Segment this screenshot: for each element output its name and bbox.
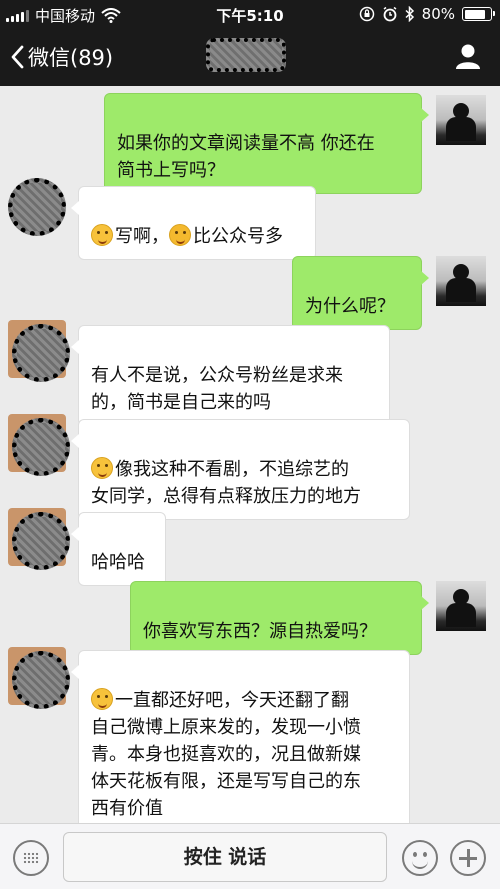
message-text: 为什么呢？: [305, 296, 395, 317]
hold-to-talk-button[interactable]: 按住 说话: [63, 832, 387, 882]
message-bubble-sent[interactable]: 你喜欢写东西？源自热爱吗？: [130, 581, 429, 655]
message-text: 比公众号多: [193, 226, 283, 247]
contact-avatar[interactable]: [8, 647, 70, 709]
alarm-icon: [383, 6, 397, 22]
laughing-tears-emoji: [91, 457, 113, 479]
back-label: 微信(89): [28, 46, 114, 70]
my-avatar[interactable]: [436, 95, 486, 145]
message-bubble-received[interactable]: 一直都还好吧，今天还翻了翻 自己微博上原来发的，发现一小愤 青。本身也挺喜欢的，…: [71, 650, 410, 832]
message-bubble-received[interactable]: 哈哈哈: [71, 512, 166, 586]
my-avatar[interactable]: [436, 256, 486, 306]
emoji-icon[interactable]: [402, 840, 438, 876]
keyboard-toggle-button[interactable]: [13, 840, 49, 876]
orientation-lock-icon: [359, 6, 374, 22]
status-bar: 中国移动 下午5:10 80%: [0, 0, 500, 28]
battery-icon: [462, 7, 495, 21]
contact-avatar[interactable]: [8, 320, 70, 382]
message-text: 你喜欢写东西？源自热爱吗？: [143, 621, 377, 642]
person-icon: [456, 44, 480, 69]
back-button[interactable]: 微信(89): [10, 42, 113, 72]
chat-header: 微信(89): [0, 28, 500, 86]
message-text: 哈哈哈: [91, 552, 145, 573]
message-bubble-sent[interactable]: 如果你的文章阅读量不高 你还在 简书上写吗？: [104, 93, 429, 194]
message-text: 有人不是说，公众号粉丝是求来 的，简书是自己来的吗: [91, 365, 343, 413]
contact-avatar[interactable]: [8, 414, 70, 476]
message-bubble-received[interactable]: 写啊， 比公众号多: [71, 186, 316, 260]
message-bubble-received[interactable]: 有人不是说，公众号粉丝是求来 的，简书是自己来的吗: [71, 325, 390, 426]
message-text: 如果你的文章阅读量不高 你还在 简书上写吗？: [117, 133, 375, 181]
input-bar: 按住 说话: [0, 823, 500, 889]
message-text: 写啊，: [115, 226, 169, 247]
crying-face-emoji: [169, 224, 191, 246]
battery-percent: 80%: [421, 5, 455, 23]
keyboard-icon: [23, 852, 39, 864]
message-text: 像我这种不看剧，不追综艺的 女同学，总得有点释放压力的地方: [91, 459, 361, 507]
contact-avatar[interactable]: [8, 508, 70, 570]
my-avatar[interactable]: [436, 581, 486, 631]
message-bubble-sent[interactable]: 为什么呢？: [292, 256, 429, 330]
bluetooth-icon: [405, 6, 414, 22]
dizzy-face-emoji: [91, 688, 113, 710]
message-bubble-received[interactable]: 像我这种不看剧，不追综艺的 女同学，总得有点释放压力的地方: [71, 419, 410, 520]
plus-icon[interactable]: [450, 840, 486, 876]
dizzy-face-emoji: [91, 224, 113, 246]
chat-info-button[interactable]: [454, 42, 482, 74]
contact-avatar[interactable]: [8, 178, 66, 236]
contact-name-redacted: [206, 38, 286, 72]
chevron-left-icon: [11, 45, 24, 69]
message-text: 一直都还好吧，今天还翻了翻 自己微博上原来发的，发现一小愤 青。本身也挺喜欢的，…: [91, 690, 361, 819]
